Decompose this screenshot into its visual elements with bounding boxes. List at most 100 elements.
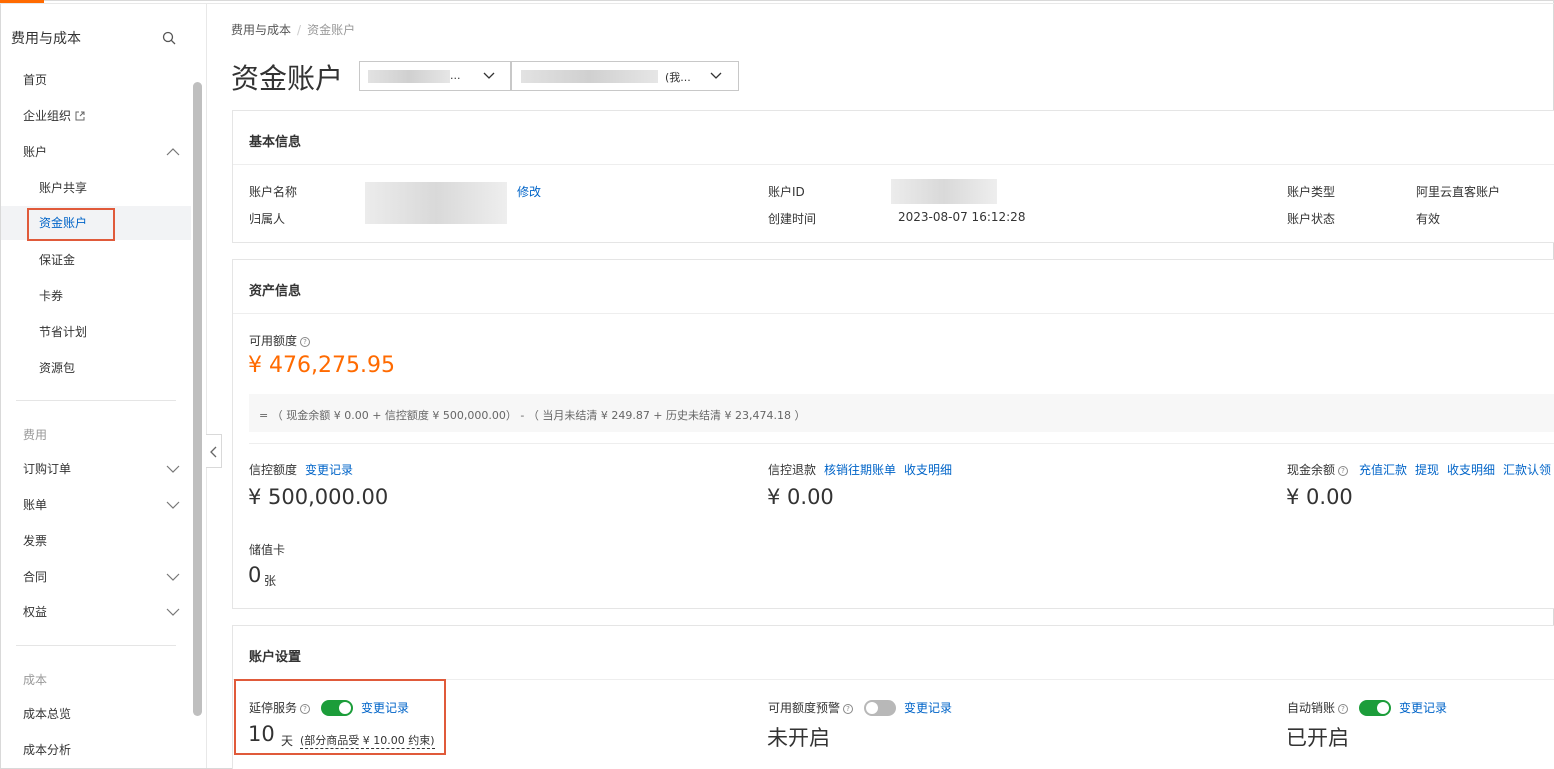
stored-card-unit: 张	[264, 574, 277, 588]
available-label-text: 可用额度	[249, 334, 298, 348]
card-divider	[233, 313, 1554, 314]
help-icon[interactable]: ?	[843, 704, 854, 714]
sidebar-item-bills[interactable]: 账单	[1, 491, 191, 519]
sidebar-item-label: 企业组织	[23, 109, 72, 123]
select-tail: ...	[450, 69, 461, 82]
auto-writeoff-toggle[interactable]	[1359, 700, 1391, 716]
recharge-link[interactable]: 充值汇款	[1359, 461, 1407, 478]
alert-value: 未开启	[767, 726, 830, 750]
auto-writeoff-value: 已开启	[1286, 726, 1349, 750]
sidebar: 费用与成本 首页 企业组织 账户 账户共享 资金账户 保证金 卡券 节省计划 资…	[1, 4, 191, 768]
highlight-box-fund-account	[27, 208, 115, 241]
created-label: 创建时间	[768, 212, 817, 226]
cash-label: 现金余额?	[1287, 461, 1349, 478]
created-value: 2023-08-07 16:12:28	[898, 210, 1026, 224]
sidebar-item-account[interactable]: 账户	[1, 138, 191, 166]
sidebar-item-invoice[interactable]: 发票	[1, 527, 191, 555]
sidebar-item-label: 发票	[23, 534, 48, 548]
sidebar-item-label: 订购订单	[23, 462, 72, 476]
available-label: 可用额度?	[249, 332, 311, 349]
breadcrumb-current: 资金账户	[307, 23, 356, 37]
top-divider	[0, 3, 1554, 4]
sidebar-item-contract[interactable]: 合同	[1, 563, 191, 591]
redacted-value	[365, 182, 507, 224]
sidebar-item-rights[interactable]: 权益	[1, 598, 191, 626]
sidebar-item-cost-analysis[interactable]: 成本分析	[1, 736, 191, 764]
redacted-value	[368, 70, 450, 83]
sidebar-item-label: 节省计划	[39, 325, 88, 339]
breadcrumb: 费用与成本 / 资金账户	[231, 21, 355, 38]
alert-change-log-link[interactable]: 变更记录	[904, 699, 952, 716]
sidebar-item-label: 卡券	[39, 289, 64, 303]
chevron-down-icon	[166, 501, 180, 509]
remittance-claim-link[interactable]: 汇款认领	[1503, 461, 1551, 478]
alert-label: 可用额度预警?	[768, 699, 854, 716]
select-tail: (我...	[665, 71, 691, 84]
sidebar-item-account-share[interactable]: 账户共享	[1, 174, 191, 202]
refund-value: ¥ 0.00	[767, 485, 834, 509]
account-type-label: 账户类型	[1287, 185, 1336, 199]
stored-card-count[interactable]: 0	[248, 563, 261, 587]
account-status-value: 有效	[1416, 212, 1441, 226]
sidebar-item-coupons[interactable]: 卡券	[1, 282, 191, 310]
credit-value: ¥ 500,000.00	[248, 485, 389, 509]
writeoff-bills-link[interactable]: 核销往期账单	[824, 461, 896, 478]
sidebar-item-cost-overview[interactable]: 成本总览	[1, 700, 191, 728]
sidebar-item-label: 保证金	[39, 253, 76, 267]
refund-detail-link[interactable]: 收支明细	[904, 461, 952, 478]
credit-alert-toggle[interactable]	[864, 700, 896, 716]
asset-info-card: 资产信息 可用额度? ¥ 476,275.95 = （ 现金余额 ¥ 0.00 …	[232, 259, 1554, 609]
withdraw-link[interactable]: 提现	[1415, 461, 1439, 478]
credit-change-log-link[interactable]: 变更记录	[305, 461, 353, 478]
available-value: ¥ 476,275.95	[248, 353, 395, 378]
search-icon[interactable]	[162, 31, 176, 45]
auto-writeoff-text: 自动销账	[1287, 701, 1336, 715]
card-divider	[249, 443, 1554, 444]
sidebar-title: 费用与成本	[11, 31, 81, 47]
highlight-box-suspend-service	[234, 679, 446, 755]
sidebar-divider	[16, 645, 176, 646]
page-title: 资金账户	[231, 62, 344, 95]
sidebar-edge	[206, 4, 207, 768]
chevron-down-icon	[166, 608, 180, 616]
redacted-value	[521, 70, 658, 83]
account-name-label: 账户名称	[249, 185, 298, 199]
sidebar-item-label: 账户	[23, 145, 48, 159]
basic-info-card: 基本信息 账户名称 修改 归属人 账户ID 创建时间 2023-08-07 16…	[232, 110, 1554, 243]
sidebar-item-savings-plan[interactable]: 节省计划	[1, 318, 191, 346]
sidebar-item-orders[interactable]: 订购订单	[1, 455, 191, 483]
breadcrumb-separator: /	[297, 23, 302, 37]
formula-text: = （ 现金余额 ¥ 0.00 + 信控额度 ¥ 500,000.00） - （…	[259, 409, 806, 422]
section-heading: 基本信息	[249, 135, 302, 150]
sidebar-item-org[interactable]: 企业组织	[1, 102, 191, 130]
chevron-down-icon	[710, 72, 722, 79]
stored-card-label: 储值卡	[249, 543, 286, 557]
help-icon[interactable]: ?	[300, 337, 311, 347]
sidebar-item-label: 成本总览	[23, 707, 72, 721]
help-icon[interactable]: ?	[1338, 704, 1349, 714]
modify-link[interactable]: 修改	[517, 183, 541, 200]
sidebar-item-label: 合同	[23, 570, 48, 584]
account-id-label: 账户ID	[768, 185, 805, 199]
account-select-1[interactable]: ...	[359, 61, 511, 91]
owner-label: 归属人	[249, 212, 286, 226]
cash-label-text: 现金余额	[1287, 463, 1336, 477]
toggle-knob	[866, 702, 878, 714]
sidebar-scrollbar[interactable]	[193, 82, 202, 716]
sidebar-collapse-button[interactable]	[206, 434, 222, 468]
chevron-down-icon	[483, 72, 495, 79]
breadcrumb-parent[interactable]: 费用与成本	[231, 23, 291, 37]
chevron-down-icon	[166, 573, 180, 581]
redacted-value	[891, 179, 997, 204]
help-icon[interactable]: ?	[1338, 466, 1349, 476]
sidebar-item-deposit[interactable]: 保证金	[1, 246, 191, 274]
auto-change-log-link[interactable]: 变更记录	[1399, 699, 1447, 716]
cash-detail-link[interactable]: 收支明细	[1447, 461, 1495, 478]
credit-label: 信控额度	[249, 463, 298, 477]
account-select-2[interactable]: (我...	[511, 61, 739, 91]
sidebar-item-label: 首页	[23, 73, 48, 87]
sidebar-item-home[interactable]: 首页	[1, 66, 191, 94]
sidebar-item-resource-pack[interactable]: 资源包	[1, 354, 191, 382]
chevron-up-icon	[166, 148, 180, 156]
sidebar-group-cost: 成本	[23, 673, 48, 687]
